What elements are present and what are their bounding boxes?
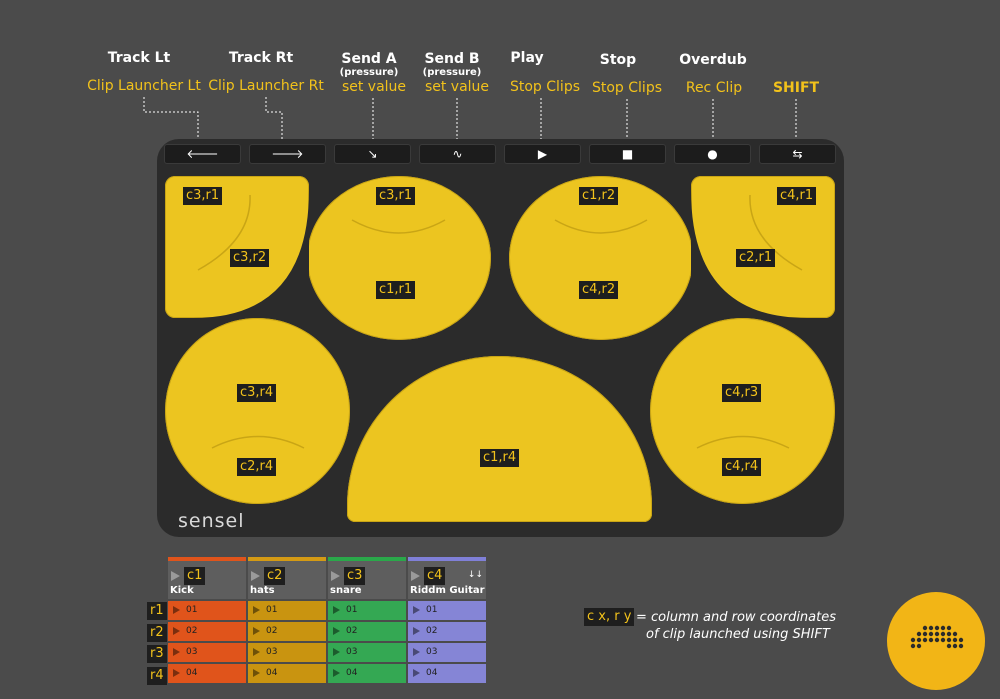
track-name: snare: [330, 585, 362, 596]
pad-label: c3,r4: [237, 384, 277, 402]
clip-play-icon: [253, 648, 260, 656]
pad-label: c1,r2: [579, 187, 619, 205]
clip-slot[interactable]: 01: [168, 601, 246, 620]
clip-play-icon: [253, 627, 260, 635]
clip-slot[interactable]: 04: [248, 664, 326, 683]
clip-name: 03: [426, 647, 438, 657]
clip-play-icon: [333, 606, 340, 614]
track-column: c2 hats 01 02 03 04: [248, 557, 326, 683]
clip-play-icon: [333, 669, 340, 677]
row-label: r3: [147, 645, 167, 663]
clip-slot[interactable]: 02: [408, 622, 486, 641]
row-label: r1: [147, 602, 167, 620]
legend-text-line2: of clip launched using SHIFT: [646, 627, 830, 642]
clip-play-icon: [413, 669, 420, 677]
track-header[interactable]: c4 ↓↓ Riddm Guitar: [408, 561, 486, 599]
clip-play-icon: [413, 627, 420, 635]
row-label: r4: [147, 667, 167, 685]
track-play-icon: [251, 571, 260, 581]
pad-arc: [351, 219, 446, 234]
brand-logo-text: sensel: [178, 510, 245, 532]
track-tag: c4: [424, 567, 446, 585]
clip-slot[interactable]: 03: [408, 643, 486, 662]
clip-name: 01: [266, 605, 278, 615]
clip-play-icon: [253, 606, 260, 614]
pad-label: c4,r2: [579, 281, 619, 299]
pad-shapes: [193, 190, 807, 449]
clip-slot[interactable]: 04: [168, 664, 246, 683]
clip-play-icon: [173, 648, 180, 656]
clip-play-icon: [413, 648, 420, 656]
clip-slot[interactable]: 04: [408, 664, 486, 683]
legend-text-line1: = column and row coordinates: [636, 610, 837, 625]
clip-slot[interactable]: 02: [168, 622, 246, 641]
clip-name: 04: [426, 668, 438, 678]
clip-play-icon: [173, 627, 180, 635]
clip-name: 02: [266, 626, 278, 636]
clip-slot[interactable]: 02: [248, 622, 326, 641]
clip-play-icon: [173, 606, 180, 614]
track-play-icon: [331, 571, 340, 581]
pad-label: c4,r4: [722, 458, 762, 476]
pad-arc: [696, 435, 790, 449]
track-tag: c3: [344, 567, 366, 585]
clip-name: 04: [346, 668, 358, 678]
clip-play-icon: [413, 606, 420, 614]
row-label: r2: [147, 624, 167, 642]
track-arrows-icon: ↓↓: [467, 570, 483, 580]
clip-slot[interactable]: 03: [248, 643, 326, 662]
track-name: hats: [250, 585, 275, 596]
clip-slot[interactable]: 03: [168, 643, 246, 662]
clip-name: 04: [266, 668, 278, 678]
clip-slot[interactable]: 01: [248, 601, 326, 620]
clip-play-icon: [173, 669, 180, 677]
pad-label: c4,r1: [777, 187, 817, 205]
clip-name: 03: [266, 647, 278, 657]
clip-name: 02: [426, 626, 438, 636]
clip-name: 01: [426, 605, 438, 615]
pad-label: c3,r1: [183, 187, 223, 205]
track-tag: c2: [264, 567, 286, 585]
clip-slot[interactable]: 04: [328, 664, 406, 683]
clip-slot[interactable]: 02: [328, 622, 406, 641]
clip-name: 03: [346, 647, 358, 657]
clip-slot[interactable]: 01: [328, 601, 406, 620]
track-column: c1 Kick 01 02 03 04: [168, 557, 246, 683]
pad-label: c3,r2: [230, 249, 270, 267]
pad-label: c2,r4: [237, 458, 277, 476]
pad-label: c1,r1: [376, 281, 416, 299]
pad-arc: [554, 219, 648, 234]
legend-tag: c x, r y: [584, 608, 635, 626]
track-tag: c1: [184, 567, 206, 585]
clip-slot[interactable]: 01: [408, 601, 486, 620]
track-header[interactable]: c1 Kick: [168, 561, 246, 599]
logo-dots-icon: [910, 625, 964, 649]
pad-label: c3,r1: [376, 187, 416, 205]
bitwig-logo: [887, 592, 985, 690]
track-column: c3 snare 01 02 03 04: [328, 557, 406, 683]
clip-name: 03: [186, 647, 198, 657]
clip-name: 02: [186, 626, 198, 636]
track-name: Kick: [170, 585, 194, 596]
pad-label: c4,r3: [722, 384, 762, 402]
clip-name: 02: [346, 626, 358, 636]
track-name: Riddm Guitar: [410, 585, 485, 596]
clip-name: 04: [186, 668, 198, 678]
clip-name: 01: [346, 605, 358, 615]
pad-label: c2,r1: [736, 249, 776, 267]
pad-arc: [211, 435, 305, 449]
clip-play-icon: [253, 669, 260, 677]
clip-play-icon: [333, 648, 340, 656]
track-column: c4 ↓↓ Riddm Guitar 01 02 03 04: [408, 557, 486, 683]
clip-slot[interactable]: 03: [328, 643, 406, 662]
clip-name: 01: [186, 605, 198, 615]
track-header[interactable]: c2 hats: [248, 561, 326, 599]
track-play-icon: [411, 571, 420, 581]
track-play-icon: [171, 571, 180, 581]
track-header[interactable]: c3 snare: [328, 561, 406, 599]
clip-play-icon: [333, 627, 340, 635]
pad-label: c1,r4: [480, 449, 520, 467]
